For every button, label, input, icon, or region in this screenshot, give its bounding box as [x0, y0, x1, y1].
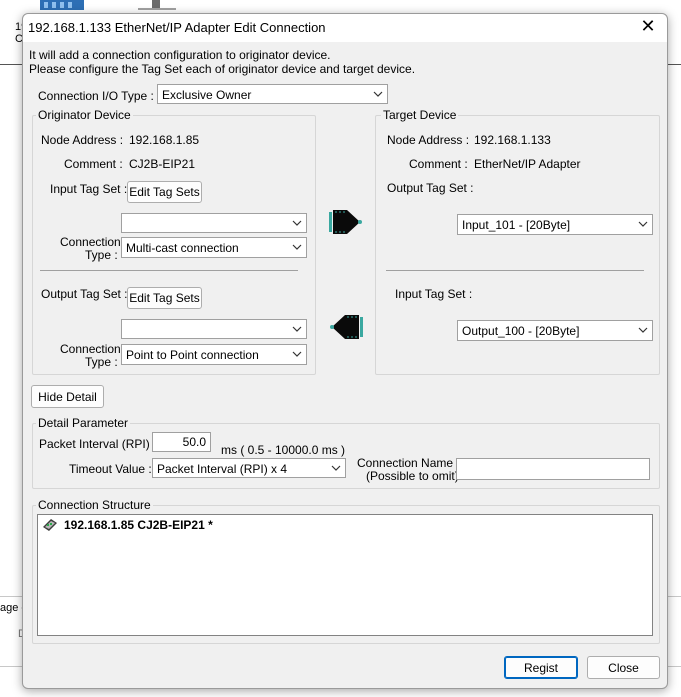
chevron-down-icon — [373, 91, 383, 97]
connection-structure-tree[interactable]: 192.168.1.85 CJ2B-EIP21 * — [37, 514, 653, 636]
originator-comment-value: CJ2B-EIP21 — [129, 157, 196, 171]
originator-divider — [40, 270, 298, 271]
input-connection-type-select[interactable]: Multi-cast connection — [121, 237, 307, 258]
rpi-range-text: ms ( 0.5 - 10000.0 ms ) — [221, 443, 346, 457]
detail-parameter-title: Detail Parameter — [36, 416, 131, 430]
originator-input-tag-label: Input Tag Set : — [50, 182, 128, 196]
combo-value: Packet Interval (RPI) x 4 — [157, 462, 288, 476]
originator-comment-label: Comment : — [64, 157, 123, 171]
target-output-tag-select[interactable]: Input_101 - [20Byte] — [457, 214, 653, 235]
chevron-down-icon — [292, 351, 302, 357]
network-device-icon — [40, 0, 84, 10]
connection-io-type-label: Connection I/O Type : — [38, 89, 154, 103]
tree-node-label[interactable]: 192.168.1.85 CJ2B-EIP21 * — [64, 518, 213, 532]
target-comment-label: Comment : — [409, 157, 468, 171]
target-output-tag-label: Output Tag Set : — [387, 181, 474, 195]
originator-node-address-label: Node Address : — [41, 133, 124, 147]
data-flow-left-icon — [330, 315, 363, 339]
title-bar[interactable]: 192.168.1.133 EtherNet/IP Adapter Edit C… — [23, 14, 667, 42]
connection-name-label: Connection Name : — [357, 456, 460, 470]
plc-device-icon — [43, 519, 57, 531]
close-button[interactable]: Close — [587, 656, 660, 679]
intro-text: It will add a connection configuration t… — [29, 48, 331, 62]
connection-structure-title: Connection Structure — [36, 498, 153, 512]
combo-value: Output_100 - [20Byte] — [462, 324, 580, 338]
originator-input-tag-select[interactable] — [121, 213, 307, 233]
data-flow-right-icon — [329, 210, 362, 234]
combo-value: Exclusive Owner — [162, 88, 252, 102]
regist-button[interactable]: Regist — [504, 656, 578, 679]
hide-detail-button[interactable]: Hide Detail — [31, 385, 104, 408]
originator-device-title: Originator Device — [36, 108, 133, 122]
dialog-title: 192.168.1.133 EtherNet/IP Adapter Edit C… — [28, 20, 326, 35]
close-icon[interactable]: ✕ — [637, 16, 659, 37]
connection-name-input[interactable] — [456, 458, 650, 480]
input-connection-type-label: Type : — [85, 248, 118, 262]
connection-name-hint: (Possible to omit) — [366, 469, 459, 483]
edit-connection-dialog: 192.168.1.133 EtherNet/IP Adapter Edit C… — [22, 13, 668, 689]
target-node-address-value: 192.168.1.133 — [474, 133, 551, 147]
target-device-title: Target Device — [381, 108, 459, 122]
chevron-down-icon — [292, 220, 302, 226]
target-input-tag-label: Input Tag Set : — [395, 287, 473, 301]
timeout-value-label: Timeout Value : — [69, 462, 152, 476]
rpi-label: Packet Interval (RPI) : — [39, 437, 157, 451]
chevron-down-icon — [331, 465, 341, 471]
combo-value: Multi-cast connection — [126, 241, 239, 255]
chevron-down-icon — [638, 327, 648, 333]
target-node-address-label: Node Address : — [387, 133, 470, 147]
originator-output-tag-label: Output Tag Set : — [41, 287, 128, 301]
edit-tag-sets-button[interactable]: Edit Tag Sets — [127, 181, 202, 203]
chevron-down-icon — [292, 326, 302, 332]
originator-output-tag-select[interactable] — [121, 319, 307, 339]
combo-value: Input_101 - [20Byte] — [462, 218, 571, 232]
chevron-down-icon — [292, 244, 302, 250]
originator-node-address-value: 192.168.1.85 — [129, 133, 200, 147]
intro-text: Please configure the Tag Set each of ori… — [29, 62, 416, 76]
rpi-input[interactable]: 50.0 — [152, 432, 211, 452]
input-connection-type-label: Connection — [60, 235, 121, 249]
output-connection-type-select[interactable]: Point to Point connection — [121, 344, 307, 365]
target-input-tag-select[interactable]: Output_100 - [20Byte] — [457, 320, 653, 341]
rpi-value: 50.0 — [182, 435, 206, 449]
output-connection-type-label: Connection — [60, 342, 121, 356]
edit-tag-sets-button[interactable]: Edit Tag Sets — [127, 287, 202, 309]
network-switch-icon — [138, 0, 176, 10]
timeout-value-select[interactable]: Packet Interval (RPI) x 4 — [152, 458, 346, 478]
combo-value: Point to Point connection — [126, 348, 259, 362]
output-connection-type-label: Type : — [85, 355, 118, 369]
connection-io-type-select[interactable]: Exclusive Owner — [157, 84, 388, 104]
target-divider — [386, 270, 644, 271]
target-comment-value: EtherNet/IP Adapter — [474, 157, 581, 171]
chevron-down-icon — [638, 221, 648, 227]
